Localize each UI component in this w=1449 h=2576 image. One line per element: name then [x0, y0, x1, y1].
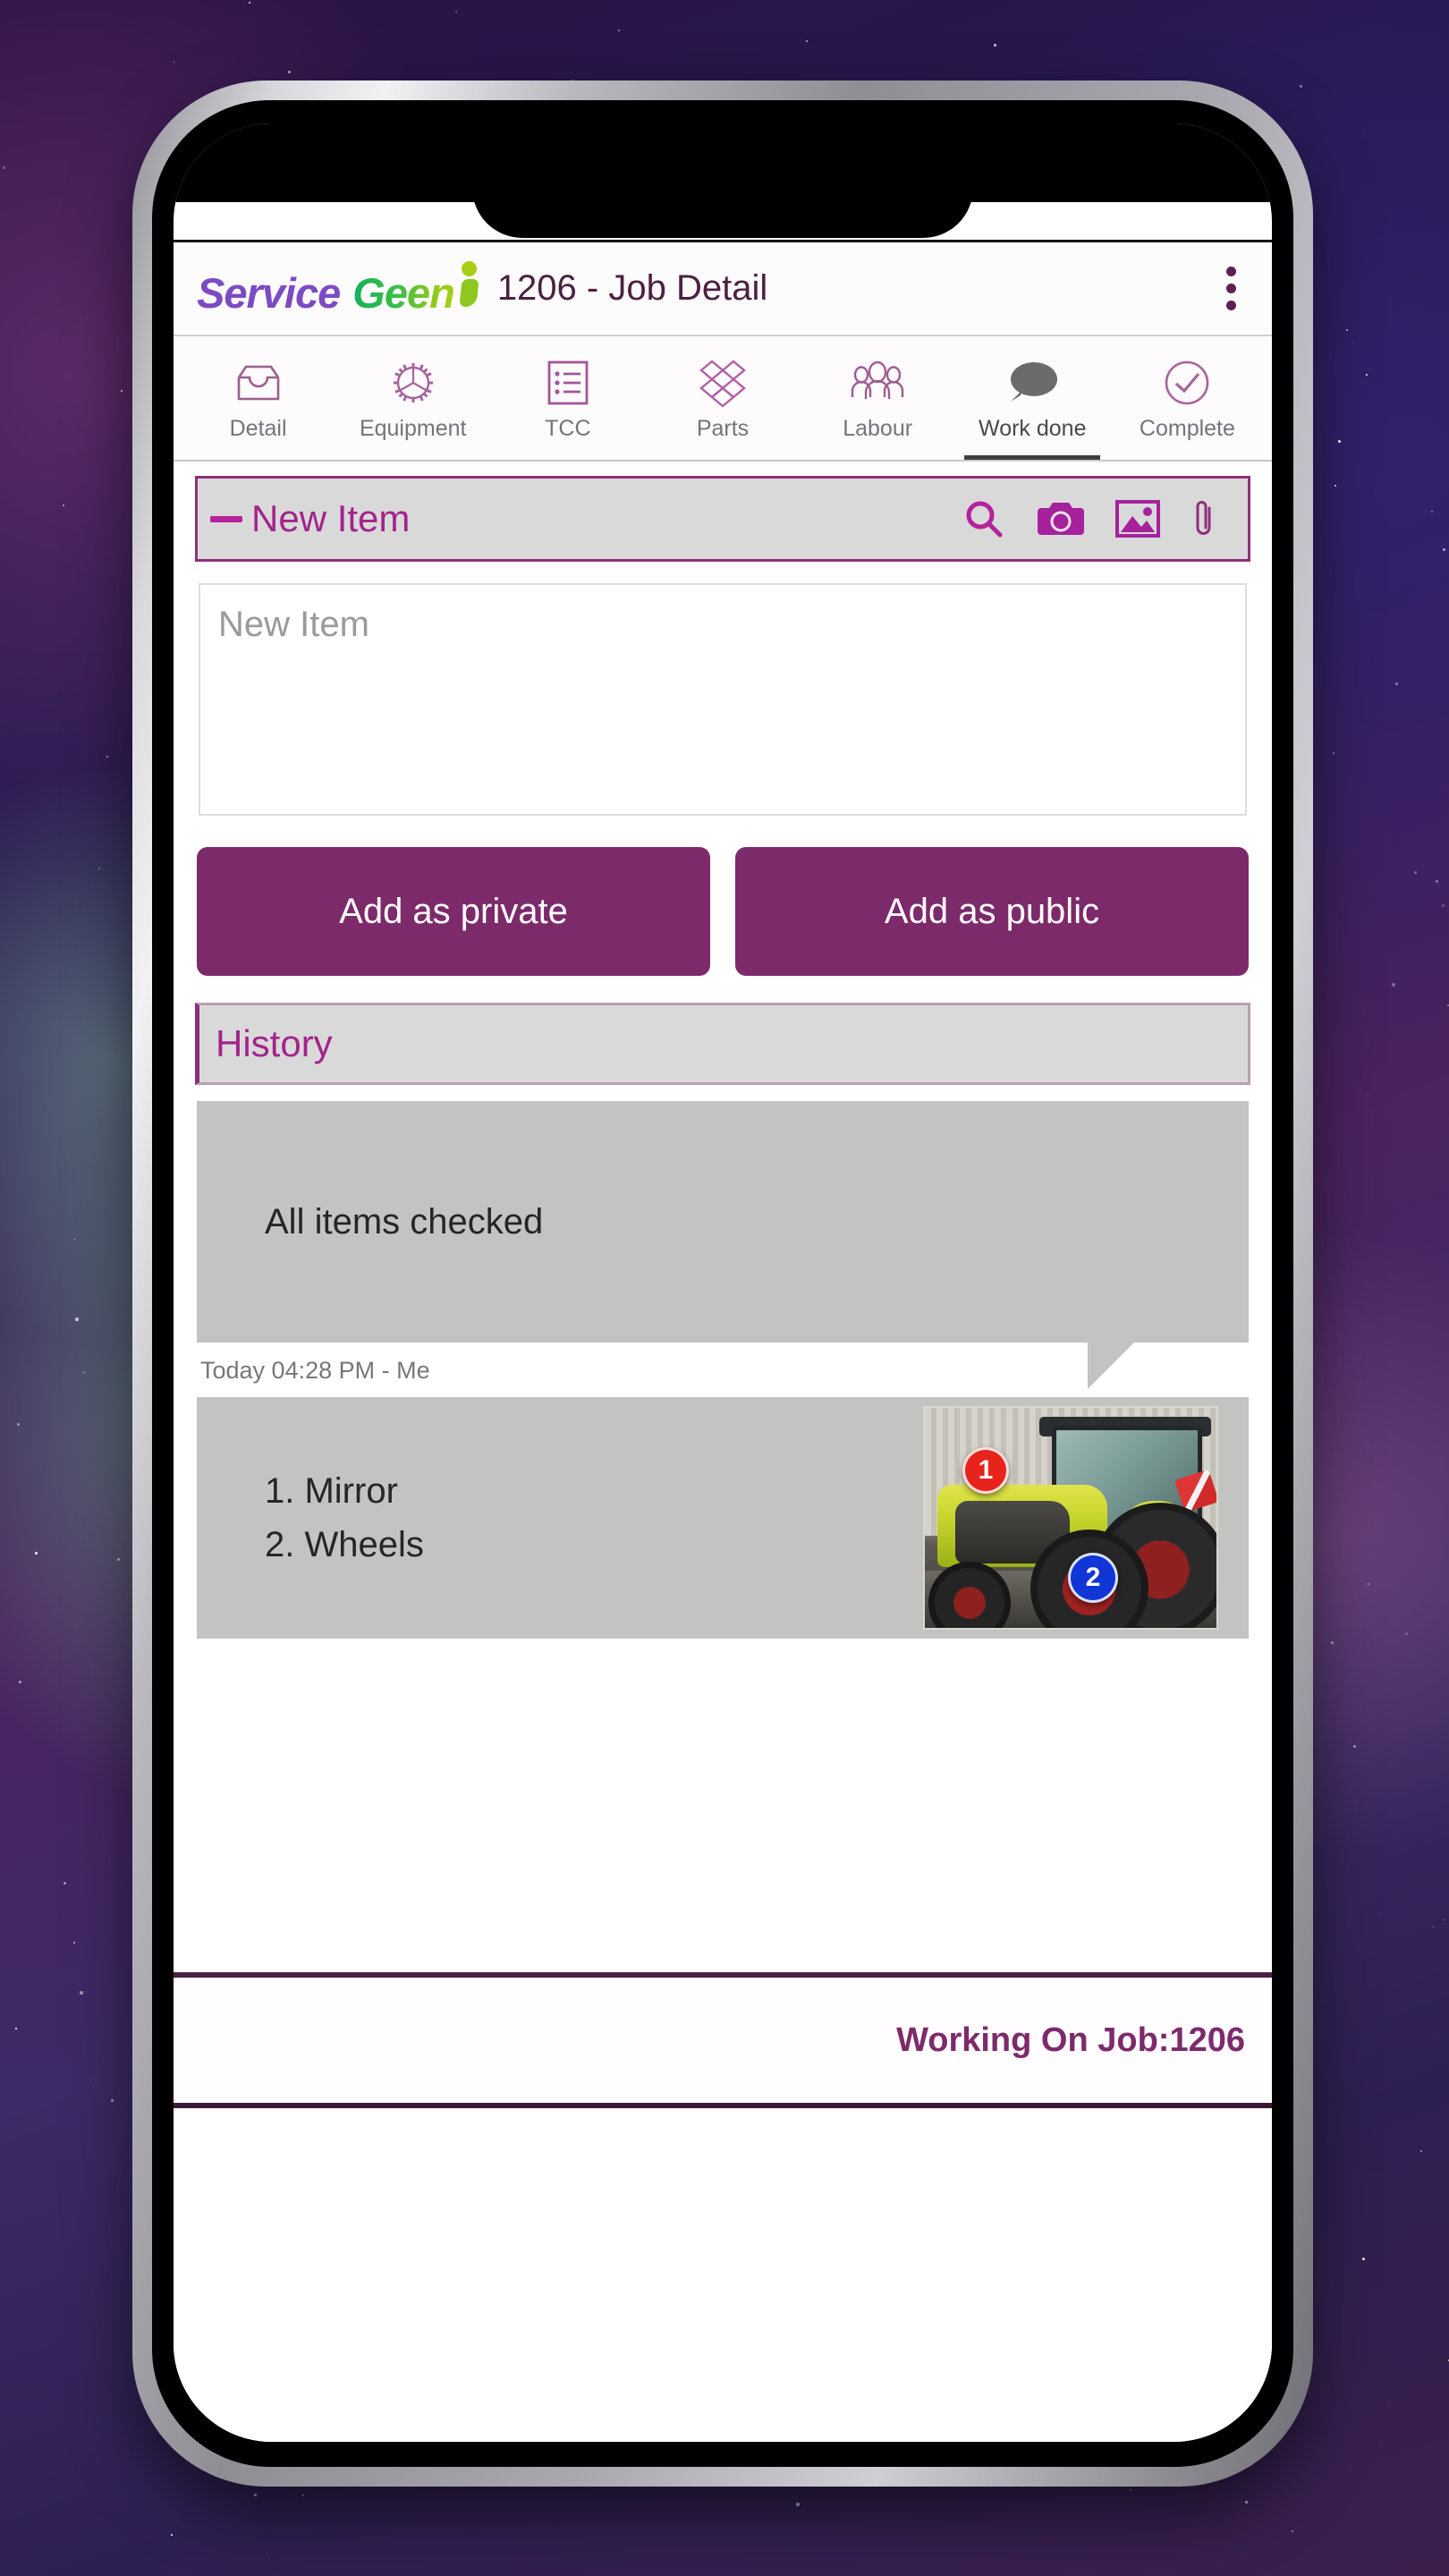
status-footer: Working On Job:1206	[174, 1972, 1272, 2108]
new-item-textarea[interactable]	[199, 583, 1247, 816]
tractor-photo[interactable]: 1 2	[923, 1406, 1218, 1630]
tab-labour[interactable]: Labour	[801, 336, 955, 460]
tab-work-done[interactable]: Work done	[955, 336, 1110, 460]
bubble-tail	[1088, 1343, 1134, 1389]
bottom-blank-area	[174, 2108, 1272, 2442]
history-bubble[interactable]: All items checked	[197, 1101, 1249, 1389]
tab-label: Equipment	[359, 415, 467, 441]
page-title: 1206 - Job Detail	[496, 268, 768, 308]
gallery-image-icon[interactable]	[1099, 499, 1176, 538]
history-list: All items checked Today 04:28 PM - Me 1.…	[197, 1101, 1249, 1972]
tab-detail[interactable]: Detail	[181, 336, 335, 460]
phone-screen: Service Geen 1206 - Job Detail Detail Eq…	[174, 123, 1272, 2442]
parts-boxes-icon	[697, 355, 749, 411]
list-item: 1. Mirror	[265, 1471, 398, 1511]
speech-bubble-icon	[1004, 355, 1060, 411]
tab-parts[interactable]: Parts	[645, 336, 800, 460]
tab-label: Work done	[979, 415, 1087, 441]
phone-bezel: Service Geen 1206 - Job Detail Detail Eq…	[152, 100, 1293, 2467]
new-item-title: New Item	[251, 497, 411, 539]
composer-wrap	[199, 583, 1247, 820]
history-bubble[interactable]: 1. Mirror 2. Wheels 1 2	[197, 1397, 1249, 1639]
phone-device-frame: Service Geen 1206 - Job Detail Detail Eq…	[132, 80, 1313, 2487]
inbox-tray-icon	[233, 355, 284, 411]
tab-label: TCC	[545, 415, 591, 441]
app-logo: Service Geen	[197, 259, 479, 318]
app-page: Service Geen 1206 - Job Detail Detail Eq…	[174, 240, 1272, 2442]
phone-notch	[472, 123, 973, 238]
app-header: Service Geen 1206 - Job Detail	[174, 240, 1272, 336]
new-item-section-bar[interactable]: New Item	[195, 476, 1250, 562]
paperclip-icon[interactable]	[1176, 497, 1232, 540]
add-as-private-button[interactable]: Add as private	[197, 847, 710, 976]
logo-text-service: Service	[197, 269, 341, 317]
history-label: History	[216, 1022, 333, 1064]
checklist-icon	[545, 355, 591, 411]
history-entry-list: 1. Mirror 2. Wheels	[265, 1464, 896, 1572]
person-icon	[456, 259, 479, 308]
kebab-menu-icon[interactable]	[1213, 267, 1249, 310]
tab-complete[interactable]: Complete	[1110, 336, 1265, 460]
camera-icon[interactable]	[1022, 499, 1099, 538]
composer-actions: Add as private Add as public	[197, 847, 1249, 976]
logo-text-geeni: Geen	[352, 269, 455, 317]
people-group-icon	[850, 355, 905, 411]
gear-icon	[387, 355, 439, 411]
history-entry: 1. Mirror 2. Wheels 1 2	[197, 1397, 1249, 1639]
photo-marker-2[interactable]: 2	[1068, 1553, 1118, 1603]
history-entry-text: All items checked	[265, 1202, 544, 1241]
add-as-public-button[interactable]: Add as public	[735, 847, 1249, 976]
photo-marker-1[interactable]: 1	[962, 1447, 1009, 1494]
list-item: 2. Wheels	[265, 1525, 424, 1564]
history-section-header[interactable]: History	[195, 1003, 1250, 1085]
tab-label: Parts	[696, 415, 750, 441]
working-on-job-status: Working On Job:1206	[896, 2021, 1245, 2059]
check-circle-icon	[1162, 355, 1212, 411]
tab-label: Complete	[1139, 415, 1235, 441]
tab-label: Detail	[229, 415, 287, 441]
tab-bar: Detail Equipment TCC Parts Labour Work d…	[174, 336, 1272, 462]
tab-tcc[interactable]: TCC	[490, 336, 645, 460]
tab-equipment[interactable]: Equipment	[335, 336, 490, 460]
tab-label: Labour	[843, 415, 913, 441]
search-icon[interactable]	[945, 498, 1022, 539]
minus-icon[interactable]	[210, 515, 242, 522]
history-entry: All items checked Today 04:28 PM - Me	[197, 1101, 1249, 1389]
